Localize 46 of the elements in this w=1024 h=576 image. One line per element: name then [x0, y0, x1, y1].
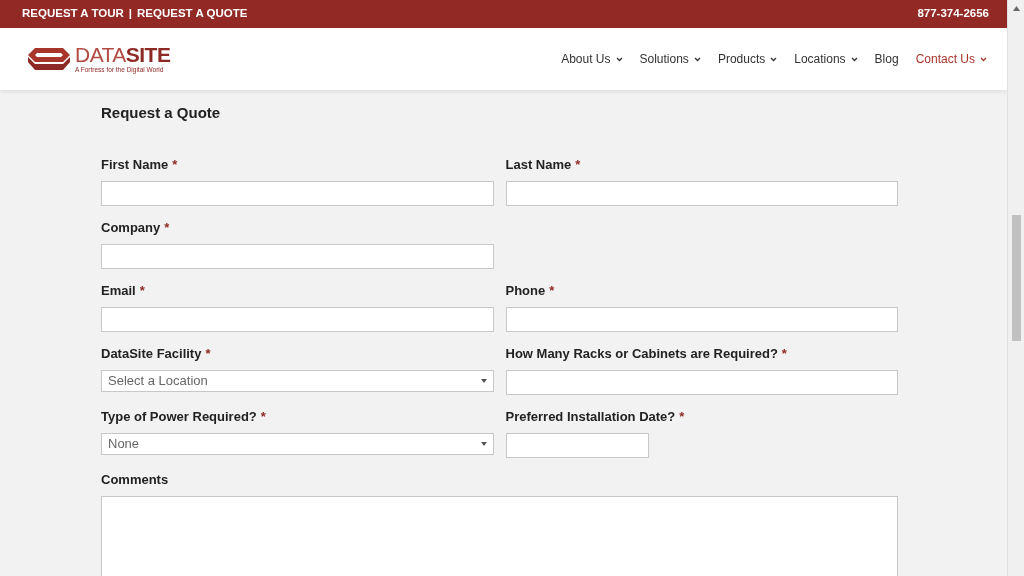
- date-field[interactable]: [505, 432, 649, 458]
- field-label: DataSite Facility: [101, 345, 202, 364]
- phone-number: 877-374-2656: [917, 6, 989, 22]
- required-mark: *: [172, 156, 178, 175]
- required-mark: *: [139, 282, 145, 301]
- field-label: Email: [101, 282, 136, 301]
- text-field[interactable]: [505, 306, 898, 332]
- select-field[interactable]: Select a Location: [101, 369, 494, 392]
- quote-link[interactable]: REQUEST A QUOTE: [137, 5, 248, 23]
- field-label: Comments: [101, 471, 169, 490]
- text-field[interactable]: [505, 369, 898, 395]
- required-mark: *: [549, 282, 555, 301]
- required-mark: *: [164, 219, 170, 238]
- required-mark: *: [205, 345, 211, 364]
- field-label: Last Name: [505, 156, 572, 175]
- nav-item[interactable]: Blog: [874, 50, 899, 68]
- logo-wordmark: DATASITE: [75, 44, 171, 66]
- nav-item[interactable]: Solutions: [639, 50, 701, 68]
- nav-item[interactable]: About Us: [561, 50, 623, 68]
- field-label: Preferred Installation Date?: [505, 408, 676, 427]
- field-label: First Name: [101, 156, 169, 175]
- required-mark: *: [260, 408, 266, 427]
- nav-item[interactable]: Products: [717, 50, 778, 68]
- caret-icon: [480, 378, 487, 383]
- form-title: Request a Quote: [101, 103, 222, 123]
- caret-icon: [480, 441, 487, 446]
- field-label: Phone: [505, 282, 546, 301]
- text-field[interactable]: [101, 306, 494, 332]
- scrollbar[interactable]: [1007, 0, 1024, 576]
- logo-icon: [27, 46, 71, 72]
- nav-item[interactable]: Contact Us: [915, 50, 987, 68]
- field-label: Company: [101, 219, 161, 238]
- required-mark: *: [679, 408, 685, 427]
- required-mark: *: [781, 345, 787, 364]
- separator: |: [128, 6, 133, 22]
- required-mark: *: [575, 156, 581, 175]
- field-label: Type of Power Required?: [101, 408, 257, 427]
- scroll-up-icon[interactable]: [1012, 6, 1020, 11]
- text-field[interactable]: [101, 180, 494, 206]
- scrollbar-thumb[interactable]: [1011, 215, 1021, 341]
- text-field[interactable]: [101, 243, 494, 269]
- select-field[interactable]: None: [101, 432, 494, 455]
- field-label: How Many Racks or Cabinets are Required?: [505, 345, 778, 364]
- tour-link[interactable]: REQUEST A TOUR: [22, 5, 124, 23]
- nav-item[interactable]: Locations: [794, 50, 858, 68]
- text-field[interactable]: [505, 180, 898, 206]
